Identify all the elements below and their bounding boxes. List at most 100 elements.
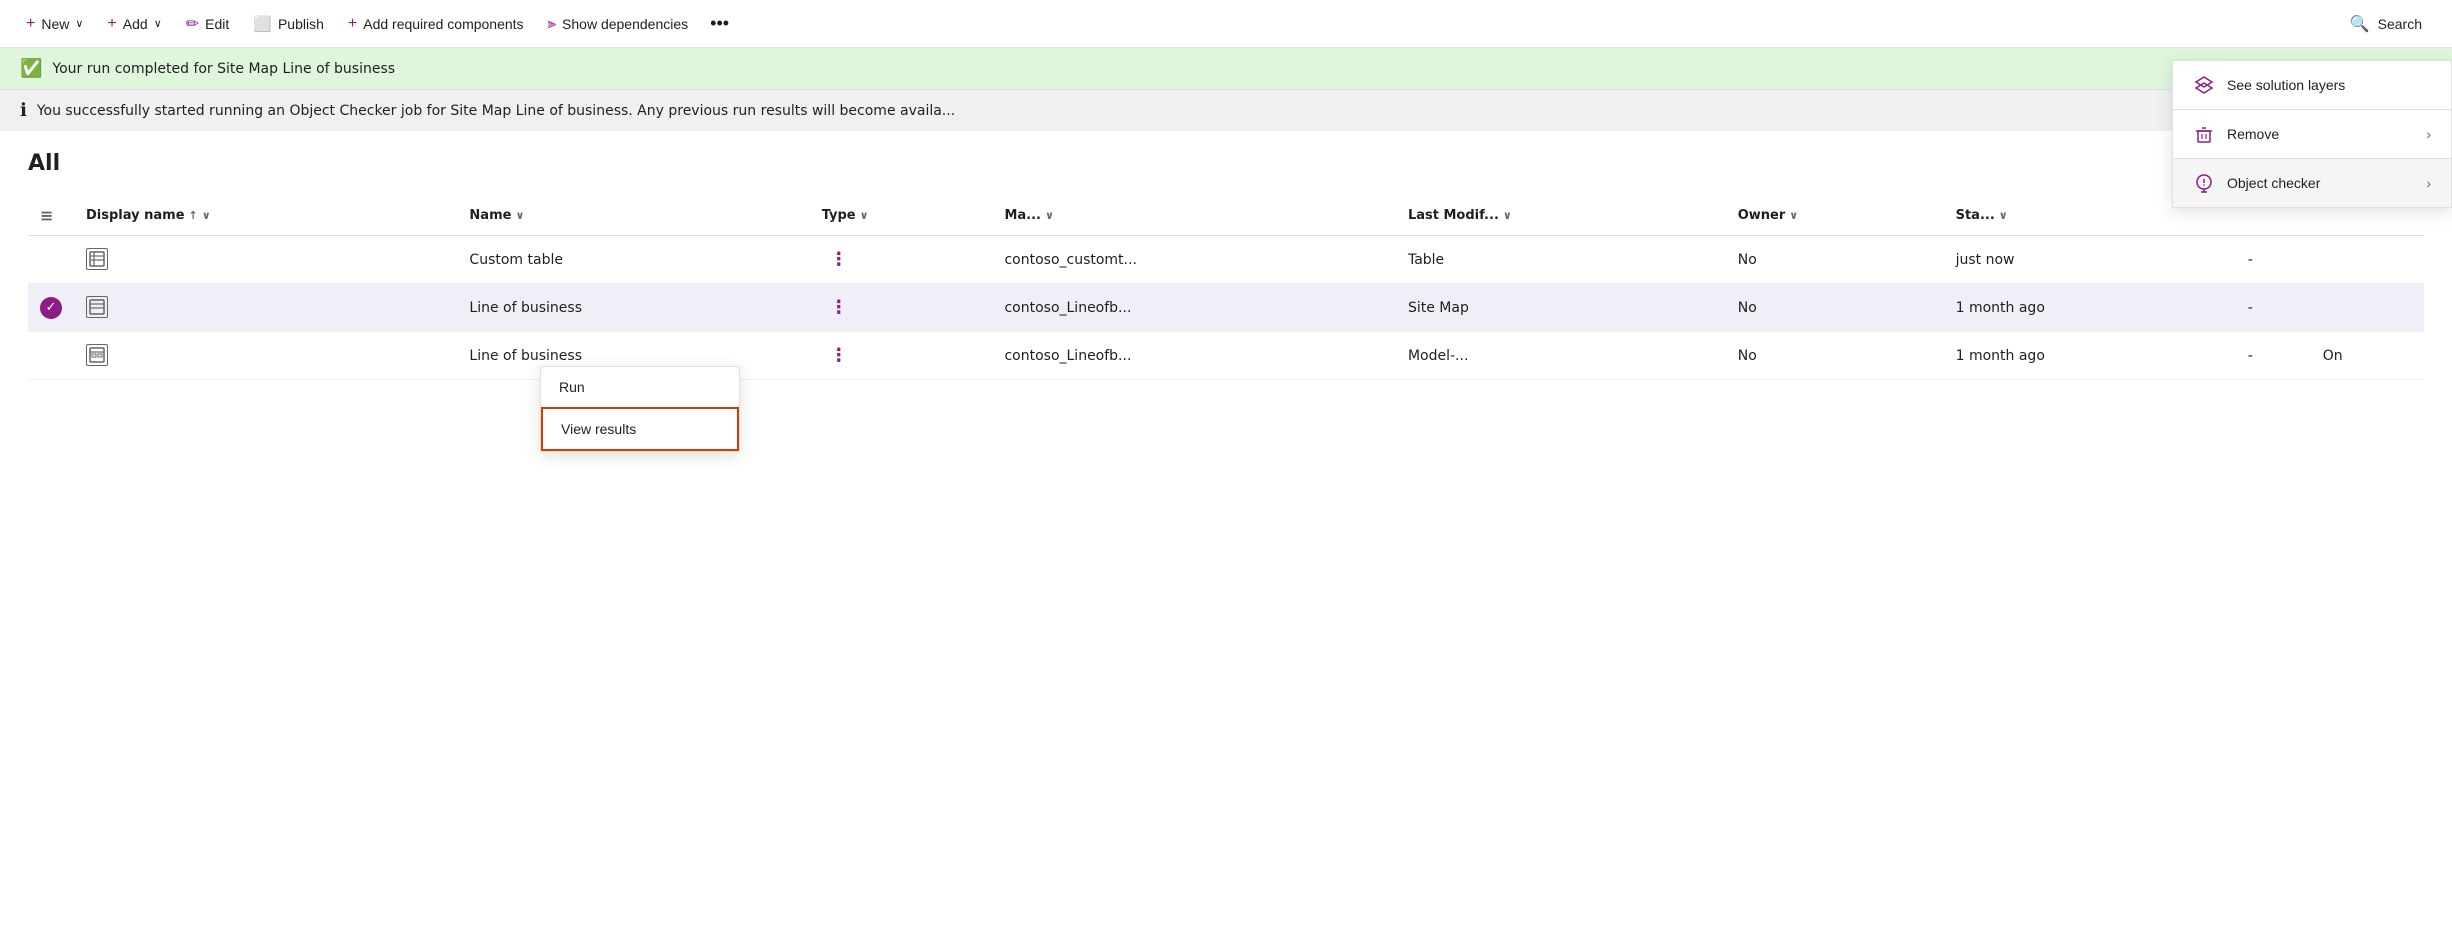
row2-status: [2311, 284, 2424, 332]
row1-display-name: Custom table: [457, 236, 809, 284]
new-button[interactable]: + New ∨: [16, 9, 93, 39]
model-icon: [86, 344, 108, 366]
table-row[interactable]: Custom table ⋮ contoso_customt... Table …: [28, 236, 2424, 284]
row1-type: Table: [1396, 236, 1726, 284]
section-title: All: [28, 151, 2424, 176]
publish-icon: ⬜: [253, 15, 272, 33]
table-row[interactable]: Line of business ⋮ contoso_Lineofb... Mo…: [28, 332, 2424, 380]
search-button[interactable]: 🔍 Search: [2336, 8, 2436, 40]
row1-lastmod: just now: [1944, 236, 2236, 284]
more-button[interactable]: •••: [702, 7, 737, 40]
row1-more-icon[interactable]: ⋮: [822, 249, 857, 270]
sitemap-icon: [86, 296, 108, 318]
row1-icon-cell: [74, 236, 457, 284]
new-icon: +: [26, 15, 35, 33]
row2-name: contoso_Lineofb...: [992, 284, 1396, 332]
show-dependencies-icon: ⫸: [548, 15, 556, 32]
add-label: Add: [123, 16, 148, 32]
context-menu: See solution layers Remove ›: [2172, 60, 2452, 208]
remove-icon: [2193, 124, 2215, 144]
run-dropdown: Run View results: [540, 366, 740, 452]
row3-owner: -: [2236, 332, 2311, 380]
col-lastmod-header[interactable]: Last Modif... ∨: [1396, 196, 1726, 236]
type-sort-icon: ∨: [860, 209, 869, 222]
data-table: ≡ Display name ↑ ∨ Name ∨: [28, 196, 2424, 380]
see-solution-layers-label: See solution layers: [2227, 77, 2345, 93]
new-label: New: [41, 16, 69, 32]
row1-name: contoso_customt...: [992, 236, 1396, 284]
table-icon: [86, 248, 108, 270]
publish-label: Publish: [278, 16, 324, 32]
row1-owner: -: [2236, 236, 2311, 284]
remove-chevron-icon: ›: [2426, 126, 2431, 142]
lastmod-sort-icon: ∨: [1503, 209, 1512, 222]
info-notification: ℹ You successfully started running an Ob…: [0, 89, 2452, 131]
sort-desc-icon: ∨: [202, 209, 211, 222]
more-icon: •••: [710, 13, 729, 34]
row2-owner: -: [2236, 284, 2311, 332]
row2-icon-cell: [74, 284, 457, 332]
object-checker-chevron-icon: ›: [2426, 175, 2431, 191]
managed-sort-icon: ∨: [1045, 209, 1054, 222]
row2-type: Site Map: [1396, 284, 1726, 332]
col-managed-header[interactable]: Ma... ∨: [992, 196, 1396, 236]
selected-check-icon: ✓: [40, 297, 62, 319]
col-display-name-header[interactable]: Display name ↑ ∨: [74, 196, 457, 236]
add-required-icon: +: [348, 15, 357, 33]
row1-check: [28, 236, 74, 284]
row2-more-icon[interactable]: ⋮: [822, 297, 857, 318]
row3-name-more: ⋮: [810, 332, 993, 380]
row2-name-more: ⋮: [810, 284, 993, 332]
add-required-button[interactable]: + Add required components: [338, 9, 534, 39]
row3-status: On: [2311, 332, 2424, 380]
remove-label: Remove: [2227, 126, 2279, 142]
table-row[interactable]: ✓ Line of business ⋮ contoso_Lineofb... …: [28, 284, 2424, 332]
run-button[interactable]: Run: [541, 367, 739, 407]
col-check-header: ≡: [28, 196, 74, 236]
show-dependencies-button[interactable]: ⫸ Show dependencies: [538, 9, 699, 38]
show-dependencies-label: Show dependencies: [562, 16, 688, 32]
add-button[interactable]: + Add ∨: [97, 9, 171, 39]
publish-button[interactable]: ⬜ Publish: [243, 9, 334, 39]
solution-layers-icon: [2193, 75, 2215, 95]
main-content: All ≡ Display name ↑ ∨: [0, 131, 2452, 400]
list-icon: ≡: [40, 206, 53, 225]
success-notification: ✅ Your run completed for Site Map Line o…: [0, 48, 2452, 89]
row3-more-icon[interactable]: ⋮: [822, 345, 857, 366]
row2-lastmod: 1 month ago: [1944, 284, 2236, 332]
add-chevron-icon: ∨: [154, 17, 162, 30]
remove-button[interactable]: Remove ›: [2173, 110, 2451, 158]
search-icon: 🔍: [2350, 14, 2370, 34]
row1-name-more: ⋮: [810, 236, 993, 284]
search-label: Search: [2378, 16, 2422, 32]
owner-sort-icon: ∨: [1789, 209, 1798, 222]
see-solution-layers-button[interactable]: See solution layers: [2173, 61, 2451, 109]
col-owner-header[interactable]: Owner ∨: [1726, 196, 1944, 236]
object-checker-icon: [2193, 173, 2215, 193]
object-checker-button[interactable]: Object checker ›: [2173, 159, 2451, 207]
row2-display-name: Line of business: [457, 284, 809, 332]
info-text: You successfully started running an Obje…: [37, 103, 955, 119]
view-results-button[interactable]: View results: [541, 407, 739, 451]
edit-button[interactable]: ✏ Edit: [176, 8, 240, 40]
success-text: Your run completed for Site Map Line of …: [52, 61, 395, 77]
new-chevron-icon: ∨: [75, 17, 83, 30]
row3-check: [28, 332, 74, 380]
row3-icon-cell: [74, 332, 457, 380]
add-required-label: Add required components: [363, 16, 523, 32]
col-name-header[interactable]: Name ∨: [457, 196, 809, 236]
status-sort-icon: ∨: [1999, 209, 2008, 222]
edit-icon: ✏: [186, 14, 199, 34]
row2-check: ✓: [28, 284, 74, 332]
col-type-header[interactable]: Type ∨: [810, 196, 993, 236]
add-icon: +: [107, 15, 116, 33]
row3-managed: No: [1726, 332, 1944, 380]
row3-name: contoso_Lineofb...: [992, 332, 1396, 380]
success-icon: ✅: [20, 58, 42, 79]
object-checker-label: Object checker: [2227, 175, 2320, 191]
info-icon: ℹ: [20, 100, 27, 121]
row3-lastmod: 1 month ago: [1944, 332, 2236, 380]
row3-type: Model-...: [1396, 332, 1726, 380]
edit-label: Edit: [205, 16, 229, 32]
row1-status: [2311, 236, 2424, 284]
